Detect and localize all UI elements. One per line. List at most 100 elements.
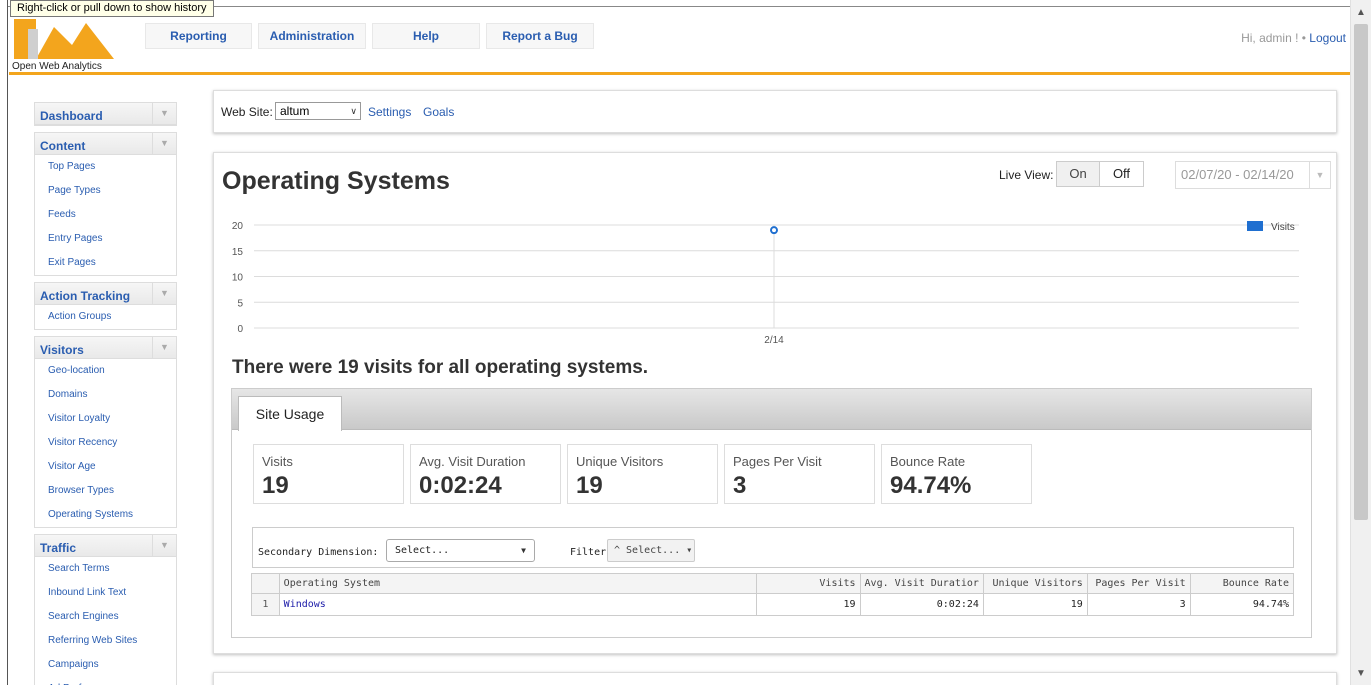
sidebar-item-campaigns[interactable]: Campaigns [35,653,176,677]
scroll-up-arrow-icon[interactable]: ▲ [1351,4,1371,22]
filter-select[interactable]: ^ Select... ▾ [607,539,695,562]
history-tooltip: Right-click or pull down to show history [10,0,214,17]
date-range-picker[interactable]: 02/07/20 - 02/14/20 ▼ [1175,161,1331,189]
website-label: Web Site: [221,105,273,119]
visits-summary: There were 19 visits for all operating s… [232,357,649,378]
chevron-down-icon[interactable]: ▼ [152,535,176,556]
secondary-dimension-select[interactable]: Select... ▼ [386,539,535,562]
sidebar-group-title[interactable]: Dashboard [40,109,103,123]
chevron-down-icon[interactable]: ▼ [152,133,176,154]
nav-administration[interactable]: Administration [258,23,366,49]
os-link[interactable]: Windows [284,599,326,610]
goals-link[interactable]: Goals [423,105,454,119]
metric-value: 94.74% [890,472,972,499]
tab-site-usage[interactable]: Site Usage [238,396,342,431]
logout-link[interactable]: Logout [1309,31,1346,45]
sidebar-item-inbound-link-text[interactable]: Inbound Link Text [35,581,176,605]
table-header-row: Operating System Visits Avg. Visit Durat… [251,573,1295,594]
column-header-os[interactable]: Operating System [278,573,758,594]
column-header-ppv[interactable]: Pages Per Visit [1086,573,1191,594]
metric-bounce-rate: Bounce Rate 94.74% [881,444,1032,504]
nav-reporting[interactable]: Reporting [145,23,252,49]
sidebar-group-title[interactable]: Action Tracking [40,289,130,303]
sidebar-item-entry-pages[interactable]: Entry Pages [35,227,176,251]
chevron-down-icon[interactable]: ▼ [1309,162,1330,188]
sidebar-group-traffic: Traffic ▼ Search Terms Inbound Link Text… [34,534,177,685]
sidebar-group-header[interactable]: Visitors ▼ [35,337,176,359]
ppv-cell: 3 [1086,593,1191,616]
sidebar-item-exit-pages[interactable]: Exit Pages [35,251,176,275]
chevron-down-icon: ▼ [521,546,526,555]
website-select-value: altum [280,104,310,118]
sidebar-group-title[interactable]: Traffic [40,541,76,555]
sidebar-item-feeds[interactable]: Feeds [35,203,176,227]
duration-cell: 0:02:24 [859,593,984,616]
column-header-duration[interactable]: Avg. Visit Duratior [859,573,984,594]
site-usage-section: Site Usage Visits 19 Avg. Visit Duration… [231,388,1312,638]
date-range-value: 02/07/20 - 02/14/20 [1181,167,1294,182]
os-table: Operating System Visits Avg. Visit Durat… [251,573,1295,616]
metric-label: Pages Per Visit [733,454,822,469]
sidebar-group-header[interactable]: Content ▼ [35,133,176,155]
nav-report-bug[interactable]: Report a Bug [486,23,594,49]
chevron-down-icon[interactable]: ▼ [152,337,176,358]
column-header-unique[interactable]: Unique Visitors [982,573,1088,594]
chevron-down-icon[interactable]: ▼ [152,103,176,124]
sidebar-item-top-pages[interactable]: Top Pages [35,155,176,179]
metric-avg-visit-duration: Avg. Visit Duration 0:02:24 [410,444,561,504]
nav-help[interactable]: Help [372,23,480,49]
sidebar-item-visitor-recency[interactable]: Visitor Recency [35,431,176,455]
live-view-on-button[interactable]: On [1057,162,1100,186]
owa-logo[interactable]: Open Web Analytics [12,15,122,72]
metric-value: 19 [262,472,289,499]
tab-bar: Site Usage [232,389,1311,431]
live-view-label: Live View: [999,168,1054,182]
sidebar-item-domains[interactable]: Domains [35,383,176,407]
sidebar-item-search-terms[interactable]: Search Terms [35,557,176,581]
metric-label: Visits [262,454,293,469]
column-header-bounce[interactable]: Bounce Rate [1189,573,1295,594]
sidebar-item-search-engines[interactable]: Search Engines [35,605,176,629]
sidebar-item-action-groups[interactable]: Action Groups [35,305,176,329]
sidebar-group-header[interactable]: Action Tracking ▼ [35,283,176,305]
live-view-off-button[interactable]: Off [1100,162,1143,186]
sidebar-item-geo-location[interactable]: Geo-location [35,359,176,383]
legend-swatch [1247,221,1263,231]
column-header-visits[interactable]: Visits [756,573,861,594]
os-cell: Windows [278,593,758,616]
scroll-thumb[interactable] [1354,24,1368,520]
chevron-down-icon[interactable]: ▼ [152,283,176,304]
scroll-down-arrow-icon[interactable]: ▼ [1351,665,1371,683]
visits-chart: 0 5 10 15 20 2/14 Visits [232,221,1299,346]
metric-label: Unique Visitors [576,454,664,469]
bottom-panel [213,672,1337,685]
metric-label: Bounce Rate [890,454,966,469]
secondary-dimension-value: Select... [395,545,450,556]
site-selector-panel: Web Site: altum ∨ Settings Goals [213,90,1337,133]
y-tick-label: 10 [232,273,244,284]
sidebar-group-action-tracking: Action Tracking ▼ Action Groups [34,282,177,330]
filter-label: Filter: [570,547,613,558]
user-greeting: Hi, admin ! • [1241,31,1306,45]
settings-link[interactable]: Settings [368,105,411,119]
sidebar-group-title[interactable]: Visitors [40,343,84,357]
sidebar-item-visitor-loyalty[interactable]: Visitor Loyalty [35,407,176,431]
unique-cell: 19 [982,593,1088,616]
secondary-dimension-label: Secondary Dimension: [258,547,379,558]
sidebar-group-dashboard: Dashboard ▼ [34,102,177,126]
sidebar-item-operating-systems[interactable]: Operating Systems [35,503,176,527]
sidebar-item-browser-types[interactable]: Browser Types [35,479,176,503]
sidebar-group-title[interactable]: Content [40,139,85,153]
sidebar-item-ad-performance[interactable]: Ad Performance [35,677,176,685]
sidebar-item-visitor-age[interactable]: Visitor Age [35,455,176,479]
logo-text: Open Web Analytics [12,61,102,72]
sidebar-group-header[interactable]: Dashboard ▼ [35,103,176,125]
metric-value: 19 [576,472,603,499]
sidebar-group-header[interactable]: Traffic ▼ [35,535,176,557]
vertical-scrollbar[interactable]: ▲ ▼ [1350,0,1371,685]
bounce-cell: 94.74% [1189,593,1295,616]
window-left-edge [0,0,8,685]
sidebar-item-referring-web-sites[interactable]: Referring Web Sites [35,629,176,653]
sidebar-item-page-types[interactable]: Page Types [35,179,176,203]
website-select[interactable]: altum ∨ [275,102,361,120]
